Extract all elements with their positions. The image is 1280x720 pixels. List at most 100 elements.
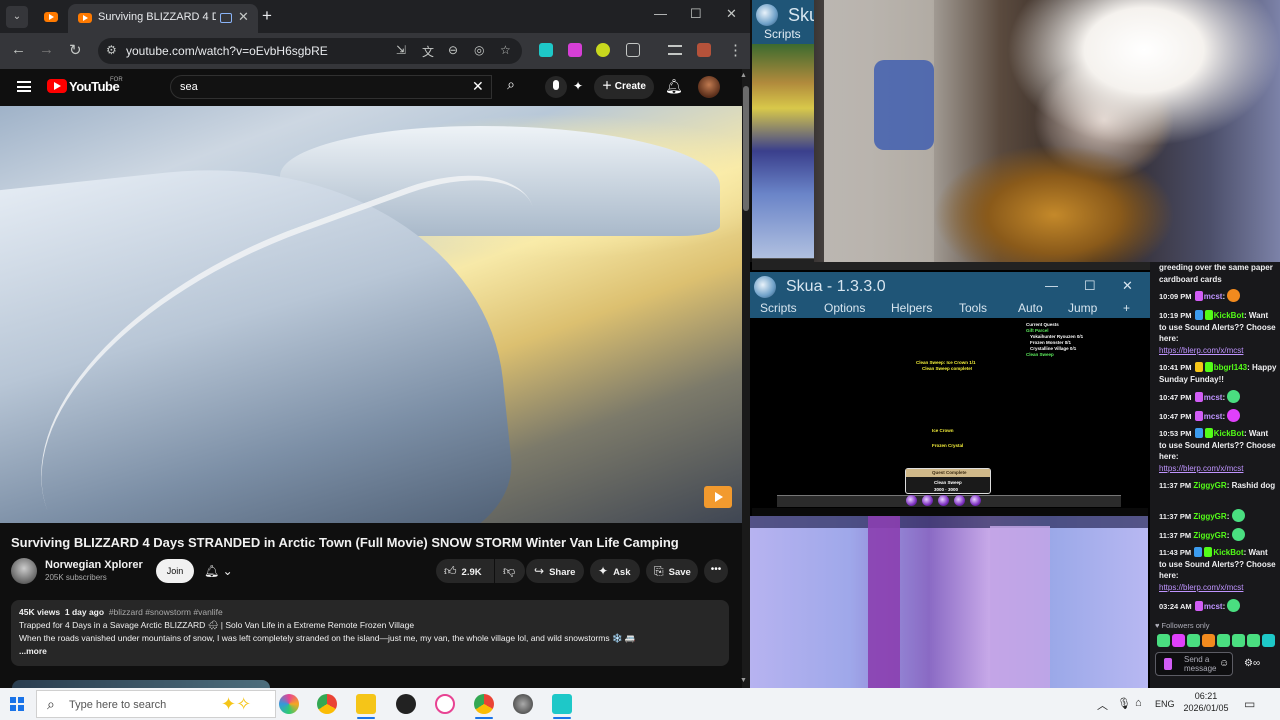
chat-badge-icon[interactable] xyxy=(1194,362,1203,372)
network-icon[interactable]: ⌂ xyxy=(1135,697,1142,709)
new-tab-button[interactable]: + xyxy=(262,6,272,26)
like-button[interactable]: 👍︎ 2.9K xyxy=(436,559,494,583)
more-actions-button[interactable]: ••• xyxy=(704,559,728,583)
chat-badge-icon[interactable] xyxy=(1204,310,1213,320)
skua-taskbar-icon[interactable] xyxy=(552,694,572,714)
chat-username[interactable]: ZiggyGR xyxy=(1193,512,1226,521)
chat-username[interactable]: KickBot xyxy=(1214,311,1244,320)
skill-orb-icon[interactable] xyxy=(906,495,917,506)
forward-button[interactable]: → xyxy=(39,41,54,58)
chat-username[interactable]: ZiggyGR xyxy=(1193,481,1226,490)
chat-username[interactable]: mcst xyxy=(1204,292,1223,301)
emote-icon[interactable] xyxy=(1232,634,1245,647)
tab-close-icon[interactable]: ✕ xyxy=(238,9,249,25)
bookmark-star-icon[interactable]: ☆ xyxy=(500,43,511,57)
address-bar[interactable]: ⚙ youtube.com/watch?v=oEvbH6sgbRE ⇲ 文 ⊖ … xyxy=(98,38,522,64)
subscribed-bell-button[interactable]: 🔔︎ ⌄ xyxy=(200,559,244,583)
channel-avatar[interactable] xyxy=(11,558,37,584)
skua-minimize-button[interactable]: — xyxy=(1045,278,1058,293)
skua-top-menu-scripts[interactable]: Scripts xyxy=(752,27,814,44)
search-clear-icon[interactable]: ✕ xyxy=(472,78,484,95)
profile-avatar[interactable] xyxy=(697,43,711,57)
maximize-button[interactable]: ☐ xyxy=(690,6,702,22)
chrome-profile-icon[interactable] xyxy=(474,694,494,714)
app-icon[interactable] xyxy=(435,694,455,714)
back-button[interactable]: ← xyxy=(11,41,26,58)
skua-close-button[interactable]: ✕ xyxy=(1122,278,1133,294)
tab-active[interactable]: Surviving BLIZZARD 4 Days ✕ xyxy=(68,4,258,33)
chrome-icon[interactable] xyxy=(317,694,337,714)
youtube-logo-icon[interactable] xyxy=(47,79,67,93)
chat-username[interactable]: ZiggyGR xyxy=(1193,531,1226,540)
chat-badge-icon[interactable] xyxy=(1204,428,1213,438)
skua-menu-jump[interactable]: Jump xyxy=(1068,301,1097,315)
emote-icon[interactable] xyxy=(1217,634,1230,647)
microphone-icon[interactable]: 🎙︎ xyxy=(1117,697,1131,710)
extensions-puzzle-icon[interactable] xyxy=(626,43,640,57)
skill-orb-icon[interactable] xyxy=(938,495,949,506)
chat-badge-icon[interactable] xyxy=(1194,547,1203,557)
notifications-icon[interactable]: ▭ xyxy=(1244,697,1255,711)
emote-icon[interactable] xyxy=(1247,634,1260,647)
emote-icon[interactable] xyxy=(1187,634,1200,647)
game-view-mini[interactable] xyxy=(752,44,814,258)
hashtags[interactable]: #blizzard #snowstorm #vanlife xyxy=(109,607,223,617)
copilot-icon[interactable] xyxy=(279,694,299,714)
create-button[interactable]: ＋ Create xyxy=(594,75,654,99)
share-button[interactable]: ↪ Share xyxy=(526,559,584,583)
emote-icon[interactable] xyxy=(1262,634,1275,647)
chat-username[interactable]: mcst xyxy=(1204,602,1223,611)
chat-badge-icon[interactable] xyxy=(1204,547,1213,557)
skill-orb-icon[interactable] xyxy=(922,495,933,506)
chat-badge-icon[interactable] xyxy=(1194,411,1203,421)
bits-icon[interactable] xyxy=(1164,658,1172,670)
chat-username[interactable]: mcst xyxy=(1204,412,1223,421)
skua-menu-tools[interactable]: Tools xyxy=(959,301,987,315)
related-video-thumbnail[interactable] xyxy=(12,680,270,688)
chat-username[interactable]: KickBot xyxy=(1214,429,1244,438)
tray-chevron-icon[interactable]: ︿ xyxy=(1097,697,1108,713)
notifications-bell-icon[interactable]: 🔔︎ xyxy=(665,78,683,95)
app-icon[interactable] xyxy=(513,694,533,714)
game-action-bar[interactable] xyxy=(777,495,1121,507)
skua-menu-scripts[interactable]: Scripts xyxy=(760,301,797,315)
show-more-link[interactable]: ...more xyxy=(19,645,721,658)
close-button[interactable]: ✕ xyxy=(726,6,737,22)
chrome-menu-icon[interactable]: ⋮ xyxy=(728,41,743,59)
chat-username[interactable]: mcst xyxy=(1204,393,1223,402)
emote-button-icon[interactable]: ☺ xyxy=(1219,658,1229,669)
scroll-down-icon[interactable]: ▼ xyxy=(740,677,747,684)
chat-settings-icon[interactable]: ⚙∞ xyxy=(1244,658,1260,669)
install-icon[interactable]: ⇲ xyxy=(396,43,406,57)
skua-menu-add[interactable]: + xyxy=(1123,301,1130,315)
voice-search-icon[interactable] xyxy=(545,76,567,98)
clock[interactable]: 06:21 2026/01/05 xyxy=(1178,690,1234,714)
channel-name[interactable]: Norwegian Xplorer xyxy=(45,559,143,571)
extension-icon[interactable] xyxy=(568,43,582,57)
chat-username[interactable]: KickBot xyxy=(1213,548,1243,557)
chat-badge-icon[interactable] xyxy=(1204,362,1213,372)
chat-badge-icon[interactable] xyxy=(1194,601,1203,611)
emote-icon[interactable] xyxy=(1172,634,1185,647)
skua-menu-options[interactable]: Options xyxy=(824,301,865,315)
scrollbar-thumb[interactable] xyxy=(743,86,749,211)
site-info-icon[interactable]: ⚙ xyxy=(106,43,117,57)
file-explorer-icon[interactable] xyxy=(356,694,376,714)
tab-inactive[interactable] xyxy=(36,6,66,28)
menu-icon[interactable] xyxy=(17,81,31,92)
emote-picker-row[interactable] xyxy=(1157,634,1277,648)
chat-badge-icon[interactable] xyxy=(1194,428,1203,438)
skua-menu-auto[interactable]: Auto xyxy=(1018,301,1043,315)
zoom-icon[interactable]: ⊖ xyxy=(448,43,458,57)
chat-badge-icon[interactable] xyxy=(1194,392,1203,402)
dislike-button[interactable]: 👎︎ xyxy=(495,559,525,583)
chat-link[interactable]: https://blerp.com/x/mcst xyxy=(1159,346,1243,355)
skill-orb-icon[interactable] xyxy=(970,495,981,506)
chat-badge-icon[interactable] xyxy=(1194,310,1203,320)
skua-menu-helpers[interactable]: Helpers xyxy=(891,301,932,315)
emote-icon[interactable] xyxy=(1157,634,1170,647)
media-control-icon[interactable] xyxy=(668,45,682,55)
save-button[interactable]: ⎘ Save xyxy=(646,559,698,583)
join-button[interactable]: Join xyxy=(156,559,194,583)
game-view[interactable]: Current Quests Gift Parcel Yokaihunter R… xyxy=(752,318,1148,516)
